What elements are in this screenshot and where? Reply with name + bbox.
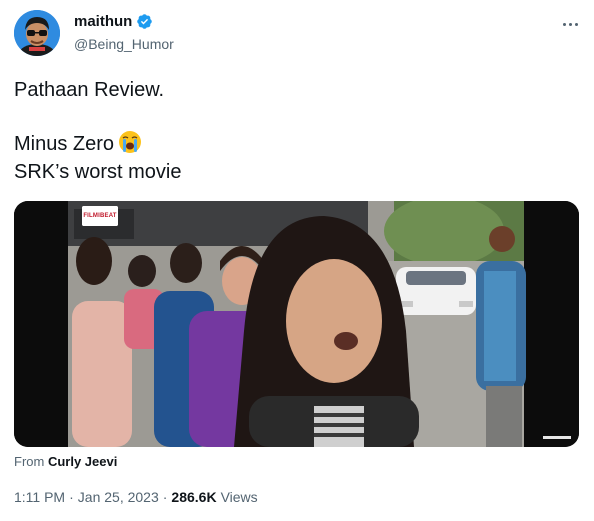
verified-badge-icon (137, 14, 153, 29)
avatar[interactable] (14, 10, 60, 56)
tweet-card: maithun @Being_Humor Pathaan Review. Min… (0, 0, 594, 521)
channel-logo-text: FILMIBEAT (83, 213, 117, 219)
more-options-button[interactable] (558, 14, 582, 34)
meta-separator: · (69, 489, 74, 505)
author-handle[interactable]: @Being_Humor (74, 36, 174, 52)
avatar-cartoon-icon (14, 10, 60, 56)
views-label: Views (220, 489, 258, 505)
more-dot-icon (574, 22, 578, 26)
media-source-prefix: From (14, 454, 45, 469)
media-source: From Curly Jeevi (14, 454, 117, 469)
tweet-line-3: SRK’s worst movie (14, 161, 182, 183)
tweet-time[interactable]: 1:11 PM (14, 489, 65, 505)
loudly-crying-face-icon (119, 131, 142, 153)
tweet-date[interactable]: Jan 25, 2023 (78, 489, 159, 505)
tweet-text: Pathaan Review. Minus Zero SRK’s worst m… (14, 76, 181, 186)
author-display-name[interactable]: maithun (74, 13, 132, 30)
tweet-line-2: Minus Zero (14, 130, 181, 158)
tweet-meta: 1:11 PM · Jan 25, 2023 · 286.6K Views (14, 489, 258, 505)
views-count[interactable]: 286.6K (171, 489, 216, 505)
meta-separator: · (162, 489, 168, 505)
more-dot-icon (562, 22, 566, 26)
tweet-line-2-text: Minus Zero (14, 133, 115, 155)
video-thumbnail (14, 201, 579, 447)
author-name-row[interactable]: maithun (74, 13, 153, 30)
video-media[interactable]: FILMIBEAT (14, 201, 579, 447)
more-dot-icon (568, 22, 572, 26)
channel-logo: FILMIBEAT (82, 206, 118, 226)
media-source-link[interactable]: Curly Jeevi (48, 454, 117, 469)
tweet-line-1: Pathaan Review. (14, 79, 165, 101)
